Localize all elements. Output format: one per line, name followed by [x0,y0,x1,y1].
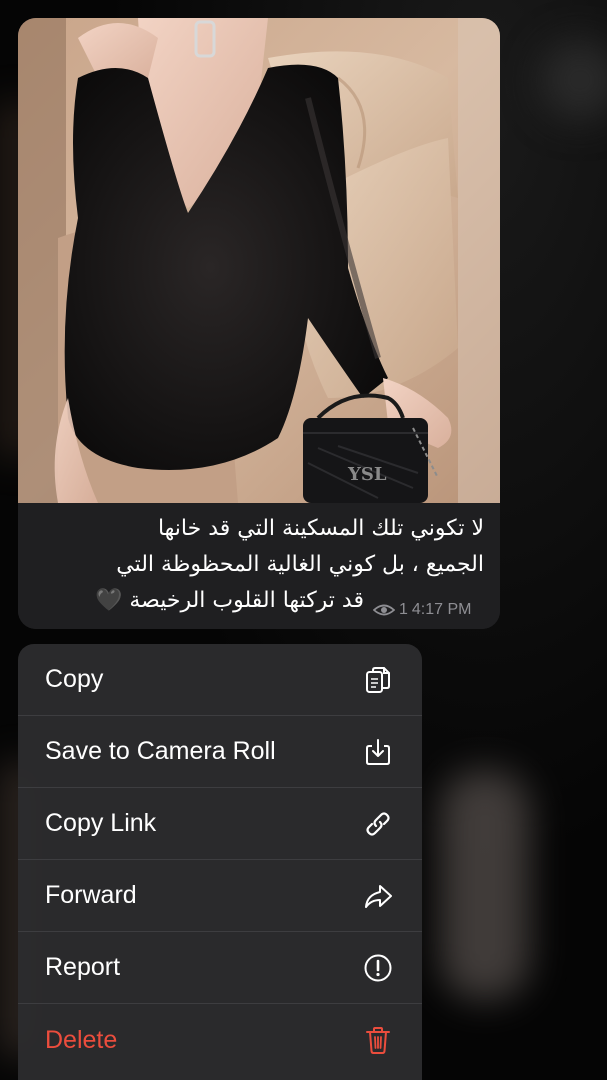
message-photo[interactable]: YSL [18,18,500,503]
menu-item-save-to-camera-roll[interactable]: Save to Camera Roll [18,716,422,788]
view-count: 1 [399,601,408,618]
menu-item-label: Copy Link [45,809,157,837]
blurred-background [440,770,530,1000]
menu-item-delete[interactable]: Delete [18,1004,422,1076]
caption-line: الجميع ، بل كوني الغالية المحظوظة التي [116,552,484,577]
svg-text:YSL: YSL [347,464,387,485]
photo-illustration: YSL [18,18,500,503]
copy-icon [361,663,395,697]
menu-item-copy[interactable]: Copy [18,644,422,716]
trash-icon [361,1023,395,1057]
menu-item-label: Copy [45,665,104,693]
forward-icon [361,879,395,913]
screen: YSL لا تكوني تلك المسكينة التي قد خانها … [0,0,607,1080]
message-bubble[interactable]: YSL لا تكوني تلك المسكينة التي قد خانها … [18,18,500,629]
report-icon [361,951,395,985]
menu-item-label: Report [45,953,121,981]
message-meta: 1 4:17 PM [373,601,472,619]
message-time: 4:17 PM [411,601,472,618]
menu-item-report[interactable]: Report [18,932,422,1004]
message-caption: لا تكوني تلك المسكينة التي قد خانها الجم… [18,503,500,629]
context-menu: Copy Save to Camera Roll Copy Link Forwa… [18,644,422,1080]
menu-item-label: Save to Camera Roll [45,737,276,765]
menu-item-copy-link[interactable]: Copy Link [18,788,422,860]
save-icon [361,735,395,769]
menu-item-forward[interactable]: Forward [18,860,422,932]
blurred-background [540,40,607,120]
menu-item-label: Delete [45,1025,118,1054]
eye-icon [373,604,395,616]
menu-item-label: Forward [45,881,137,909]
link-icon [361,807,395,841]
caption-line: لا تكوني تلك المسكينة التي قد خانها [157,516,484,541]
